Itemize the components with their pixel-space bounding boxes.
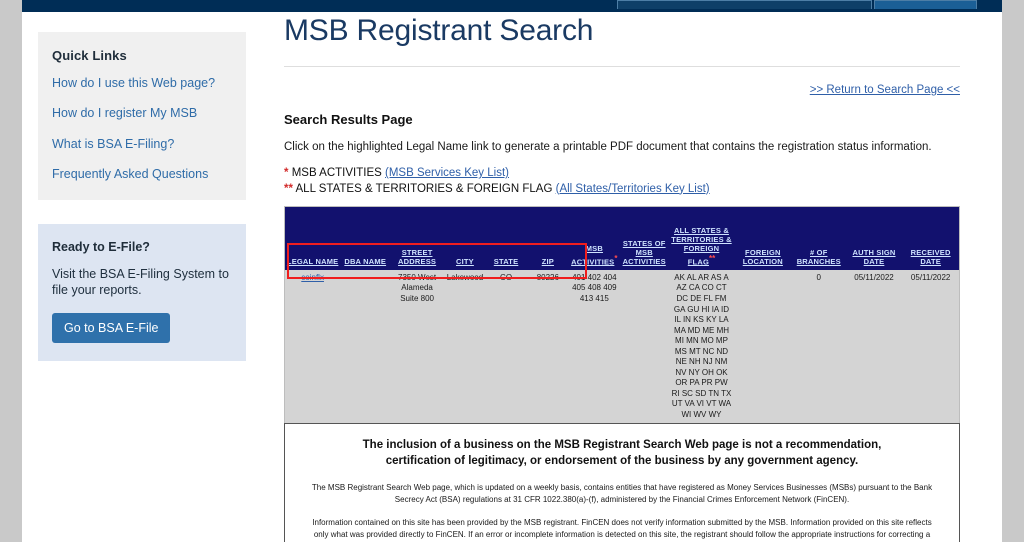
col-header-received-date[interactable]: RECEIVED DATE (902, 225, 959, 270)
cell-received-date: 05/11/2022 (910, 272, 951, 282)
cell-num-branches: 0 (816, 272, 821, 282)
col-header-city[interactable]: CITY (444, 225, 486, 270)
results-table-head: LEGAL NAME DBA NAME STREET ADDRESS CITY … (285, 207, 959, 270)
disclaimer-heading-line-2: certification of legitimacy, or endorsem… (385, 455, 859, 468)
sidebar-item-what-is-bsa-efiling[interactable]: What is BSA E-Filing? (52, 137, 232, 151)
col-header-street-address[interactable]: STREET ADDRESS (390, 225, 444, 270)
title-divider (284, 66, 960, 67)
cell-zip: 80226 (536, 272, 559, 282)
col-header-num-branches[interactable]: # OF BRANCHES (792, 225, 846, 270)
key-list-notes: * MSB ACTIVITIES (MSB Services Key List)… (284, 166, 960, 197)
return-link-row: >> Return to Search Page << (284, 80, 960, 98)
msb-activities-asterisk: * (614, 253, 618, 263)
disclaimer-heading: The inclusion of a business on the MSB R… (307, 437, 937, 470)
asterisk-double-marker: ** (284, 182, 293, 195)
msb-services-key-list-link[interactable]: (MSB Services Key List) (385, 167, 509, 179)
col-header-msb-activities[interactable]: MSB ACTIVITIES* (569, 225, 619, 270)
return-to-search-page-link[interactable]: >> Return to Search Page << (810, 84, 960, 96)
table-header-row: LEGAL NAME DBA NAME STREET ADDRESS CITY … (285, 225, 959, 270)
table-header-spacer-row (285, 207, 959, 226)
col-header-legal-name[interactable]: LEGAL NAME (285, 225, 340, 270)
page-right-gutter (1002, 0, 1024, 542)
site-topbar (22, 0, 1002, 12)
cell-dba-name (340, 270, 390, 423)
legal-name-pdf-link[interactable]: coinflx (301, 273, 324, 282)
page-title: MSB Registrant Search (284, 14, 594, 47)
asterisk-single-marker: * (284, 167, 289, 179)
page-root: Quick Links How do I use this Web page? … (0, 0, 1024, 542)
all-states-asterisk: ** (708, 253, 716, 263)
site-search-input[interactable] (617, 0, 872, 9)
cell-state: CO (500, 272, 513, 282)
results-table: LEGAL NAME DBA NAME STREET ADDRESS CITY … (285, 207, 959, 423)
key-note-all-states: ** ALL STATES & TERRITORIES & FOREIGN FL… (284, 182, 960, 198)
col-header-states-of-msb-activities[interactable]: STATES OF MSB ACTIVITIES (619, 225, 669, 270)
sidebar-item-how-to-use[interactable]: How do I use this Web page? (52, 76, 232, 90)
cell-city: Lakewood (446, 272, 484, 282)
disclaimer-box: The inclusion of a business on the MSB R… (284, 422, 960, 542)
site-search-button[interactable] (874, 0, 977, 9)
col-header-auth-sign-date[interactable]: AUTH SIGN DATE (846, 225, 903, 270)
table-header-spacer-cell (285, 207, 959, 225)
intro-text: Click on the highlighted Legal Name link… (284, 141, 932, 153)
results-table-container: LEGAL NAME DBA NAME STREET ADDRESS CITY … (284, 206, 960, 423)
all-states-territories-key-list-link[interactable]: (All States/Territories Key List) (556, 183, 710, 195)
efile-card-title: Ready to E-File? (52, 239, 150, 254)
cell-states-of-msb-activities (619, 270, 669, 423)
key-note-msb-activities-label: MSB ACTIVITIES (291, 167, 382, 179)
efile-card-text: Visit the BSA E-Filing System to file yo… (52, 266, 229, 298)
col-header-zip[interactable]: ZIP (526, 225, 569, 270)
key-note-all-states-label: ALL STATES & TERRITORIES & FOREIGN FLAG (295, 182, 553, 195)
go-to-bsa-efile-button[interactable]: Go to BSA E-File (52, 313, 171, 344)
sidebar-item-faq[interactable]: Frequently Asked Questions (52, 167, 232, 181)
efile-card: Ready to E-File? Visit the BSA E-Filing … (38, 223, 246, 362)
cell-foreign-location (734, 270, 792, 423)
table-row[interactable]: coinflx 7350 West Alameda Suite 800 Lake… (285, 270, 959, 423)
quick-links-title: Quick Links (52, 48, 127, 63)
disclaimer-paragraph-1: The MSB Registrant Search Web page, whic… (311, 482, 933, 504)
key-note-msb-activities: * MSB ACTIVITIES (MSB Services Key List) (284, 166, 960, 182)
col-header-dba-name[interactable]: DBA NAME (340, 225, 390, 270)
cell-auth-sign-date: 05/11/2022 (854, 272, 894, 282)
sidebar-item-how-to-register[interactable]: How do I register My MSB (52, 106, 232, 120)
cell-all-states-territories-foreign-flag: AK AL AR AS A AZ CA CO CT DC DE FL FM GA… (671, 272, 732, 420)
main-content: MSB Registrant Search >> Return to Searc… (284, 14, 960, 542)
disclaimer-heading-line-1: The inclusion of a business on the MSB R… (362, 438, 882, 451)
disclaimer-paragraph-2: Information contained on this site has b… (312, 517, 932, 542)
results-table-body: coinflx 7350 West Alameda Suite 800 Lake… (285, 270, 959, 423)
col-header-all-states-territories-foreign-flag[interactable]: ALL STATES & TERRITORIES & FOREIGN FLAG*… (669, 225, 734, 270)
col-header-state[interactable]: STATE (486, 225, 526, 270)
col-header-foreign-location[interactable]: FOREIGN LOCATION (734, 225, 792, 270)
quick-links-card: Quick Links How do I use this Web page? … (38, 32, 246, 200)
cell-street-address: 7350 West Alameda Suite 800 (398, 272, 437, 303)
cell-msb-activities: 401 402 404 405 408 409 413 415 (572, 272, 617, 303)
search-results-heading: Search Results Page (284, 112, 413, 127)
cell-legal-name: coinflx (285, 270, 340, 423)
sidebar: Quick Links How do I use this Web page? … (38, 32, 246, 362)
